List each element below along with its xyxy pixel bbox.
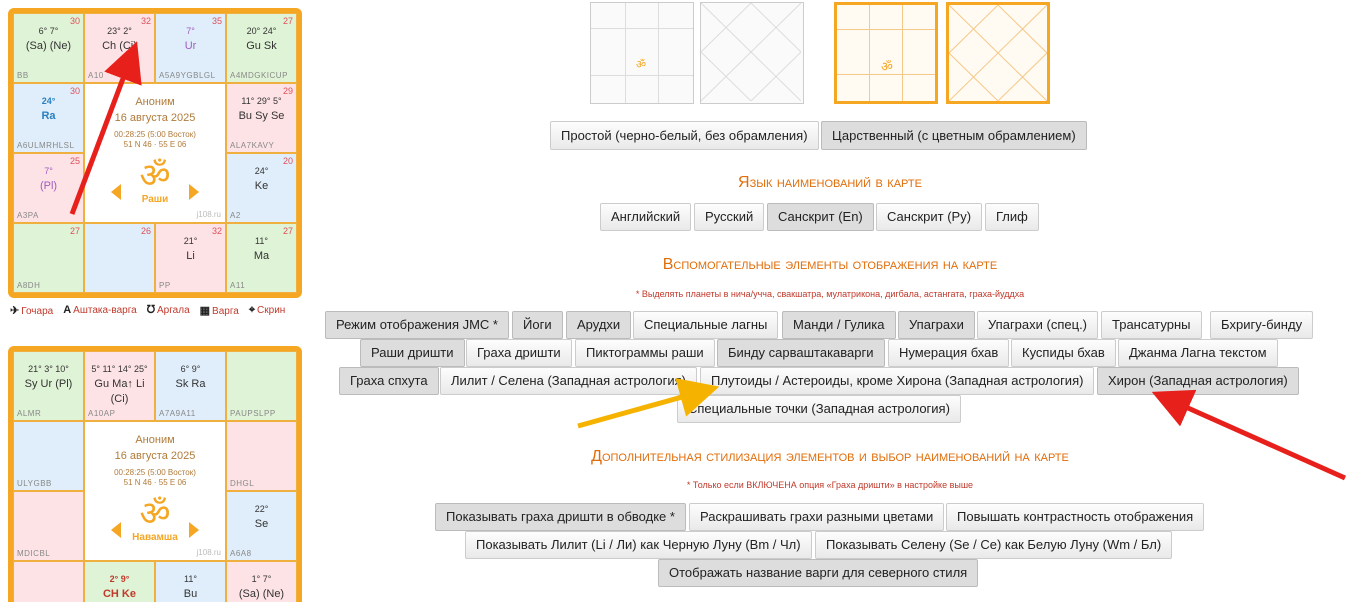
yellow-arrow-plutoids-button bbox=[577, 378, 720, 429]
red-arrow-chiron-button bbox=[1151, 389, 1347, 481]
annotation-arrows bbox=[69, 41, 1347, 481]
red-arrow-chiron-in-chart bbox=[69, 41, 142, 215]
